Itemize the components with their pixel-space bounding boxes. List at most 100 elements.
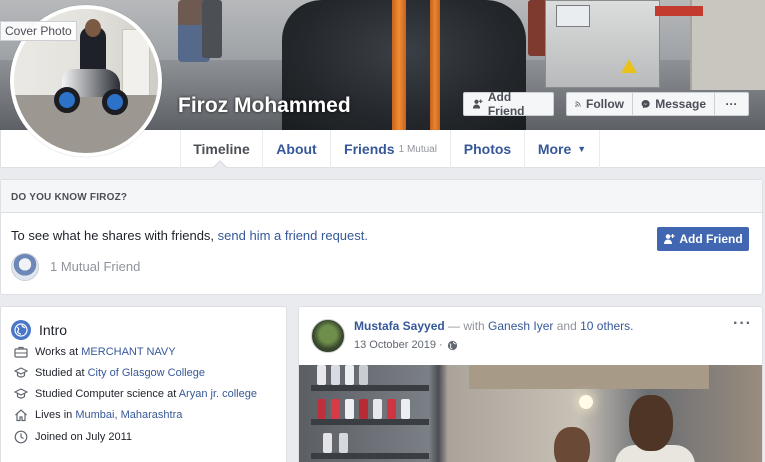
- cover-person: [202, 0, 222, 58]
- cover-kiosk: [545, 0, 660, 88]
- intro-education: Studied at City of Glasgow College: [14, 366, 205, 380]
- photo-bottle: [345, 365, 354, 385]
- avatar-wheel: [102, 89, 128, 115]
- graduation-cap-icon: [14, 388, 28, 399]
- mutual-friend-avatar[interactable]: [11, 253, 39, 281]
- avatar-head: [85, 19, 101, 37]
- cover-photo-label: Cover Photo: [0, 21, 77, 41]
- cover-zip: [430, 0, 440, 130]
- tab-label: More: [537, 141, 572, 157]
- cover-sign: [655, 6, 703, 16]
- warning-sign-icon: [621, 59, 637, 73]
- tab-label: Timeline: [193, 141, 250, 157]
- intro-card: Intro Works at MERCHANT NAVY Studied at …: [0, 306, 287, 462]
- photo-lamp: [579, 395, 593, 409]
- mutual-friend-link[interactable]: 1 Mutual Friend: [50, 259, 140, 274]
- photo-bottle: [323, 433, 332, 453]
- photo-person: [554, 427, 590, 462]
- avatar-floor: [14, 95, 158, 153]
- photo-bottle: [345, 399, 354, 419]
- kiosk-screen: [556, 5, 590, 27]
- tab-more[interactable]: More ▼: [524, 130, 600, 168]
- intro-location: Lives in Mumbai, Maharashtra: [14, 408, 182, 422]
- post-timestamp[interactable]: 13 October 2019 ·: [354, 339, 458, 351]
- post-author-avatar[interactable]: [311, 319, 345, 353]
- add-friend-primary-button[interactable]: Add Friend: [657, 227, 749, 251]
- intro-text: Lives in: [35, 409, 76, 421]
- photo-bottle: [317, 399, 326, 419]
- intro-education: Studied Computer science at Aryan jr. co…: [14, 387, 257, 401]
- follow-label: Follow: [586, 97, 624, 111]
- add-friend-label: Add Friend: [679, 232, 743, 246]
- home-icon: [15, 409, 27, 422]
- location-link[interactable]: Mumbai, Maharashtra: [75, 409, 182, 421]
- photo-bottle: [359, 365, 368, 385]
- tab-label: Friends: [344, 141, 395, 157]
- post-photo[interactable]: [299, 365, 762, 462]
- photo-shelf: [311, 453, 429, 459]
- photo-bottle: [359, 399, 368, 419]
- tab-label: Photos: [463, 141, 512, 157]
- photo-person: [629, 395, 673, 451]
- more-options-button[interactable]: ···: [715, 92, 749, 116]
- follow-button[interactable]: Follow: [566, 92, 633, 116]
- intro-text: Works at: [35, 346, 82, 358]
- post-menu-button[interactable]: ···: [733, 315, 752, 333]
- post-date-text: 13 October 2019 ·: [354, 339, 443, 351]
- cover-zip: [392, 0, 406, 130]
- photo-bottle: [387, 399, 396, 419]
- caret-down-icon: ▼: [577, 144, 587, 154]
- photo-bottle: [373, 399, 382, 419]
- photo-shelf: [311, 419, 429, 425]
- rss-icon: [575, 101, 581, 107]
- globe-privacy-icon: [447, 340, 457, 350]
- clock-icon: [14, 430, 28, 444]
- message-button[interactable]: Message: [633, 92, 715, 116]
- do-you-know-card: DO YOU KNOW FIROZ? To see what he shares…: [0, 179, 763, 295]
- timeline-post: Mustafa Sayyed — with Ganesh Iyer and 10…: [298, 306, 763, 462]
- college-link[interactable]: Aryan jr. college: [179, 388, 257, 400]
- intro-text: Joined on July 2011: [35, 431, 133, 443]
- friend-request-prompt: To see what he shares with friends, send…: [11, 228, 368, 243]
- tab-about[interactable]: About: [262, 130, 330, 168]
- add-friend-icon: [472, 99, 483, 109]
- send-friend-request-link[interactable]: send him a friend request.: [218, 228, 368, 243]
- employer-link[interactable]: MERCHANT NAVY: [81, 346, 175, 358]
- active-tab-indicator-inner: [214, 162, 226, 168]
- tab-photos[interactable]: Photos: [450, 130, 524, 168]
- photo-bottle: [401, 399, 410, 419]
- tab-label: About: [276, 141, 317, 157]
- tagged-friend-link[interactable]: Ganesh Iyer: [488, 319, 553, 333]
- briefcase-icon: [14, 346, 28, 358]
- avatar-wheel: [54, 87, 80, 113]
- photo-bottle: [317, 365, 326, 385]
- mutual-count: 1 Mutual: [398, 143, 437, 155]
- photo-ceiling: [469, 365, 709, 389]
- graduation-cap-icon: [14, 367, 28, 378]
- post-header: Mustafa Sayyed — with Ganesh Iyer and 10…: [354, 319, 634, 333]
- photo-bottle: [339, 433, 348, 453]
- post-author-name[interactable]: Mustafa Sayyed: [354, 319, 445, 333]
- school-link[interactable]: City of Glasgow College: [88, 367, 205, 379]
- do-you-know-heading: DO YOU KNOW FIROZ?: [1, 180, 762, 213]
- globe-icon: [11, 320, 31, 340]
- message-label: Message: [655, 97, 706, 111]
- add-friend-button[interactable]: Add Friend: [463, 90, 554, 118]
- photo-bottle: [331, 399, 340, 419]
- intro-text: Studied at: [35, 367, 88, 379]
- profile-name[interactable]: Firoz Mohammed: [178, 94, 351, 118]
- tagged-others-link[interactable]: 10 others.: [580, 319, 633, 333]
- add-friend-icon: [664, 234, 675, 244]
- add-friend-label: Add Friend: [487, 90, 525, 118]
- photo-shelf: [311, 385, 429, 391]
- more-options-icon: ···: [725, 97, 738, 111]
- intro-title: Intro: [11, 320, 67, 340]
- intro-text: Studied Computer science at: [35, 388, 179, 400]
- with-text: — with: [444, 319, 489, 333]
- intro-work: Works at MERCHANT NAVY: [14, 345, 176, 359]
- prompt-text: To see what he shares with friends,: [11, 228, 218, 243]
- intro-joined: Joined on July 2011: [14, 430, 132, 444]
- and-text: and: [553, 319, 581, 333]
- photo-bottle: [331, 365, 340, 385]
- tab-friends[interactable]: Friends 1 Mutual: [330, 130, 450, 168]
